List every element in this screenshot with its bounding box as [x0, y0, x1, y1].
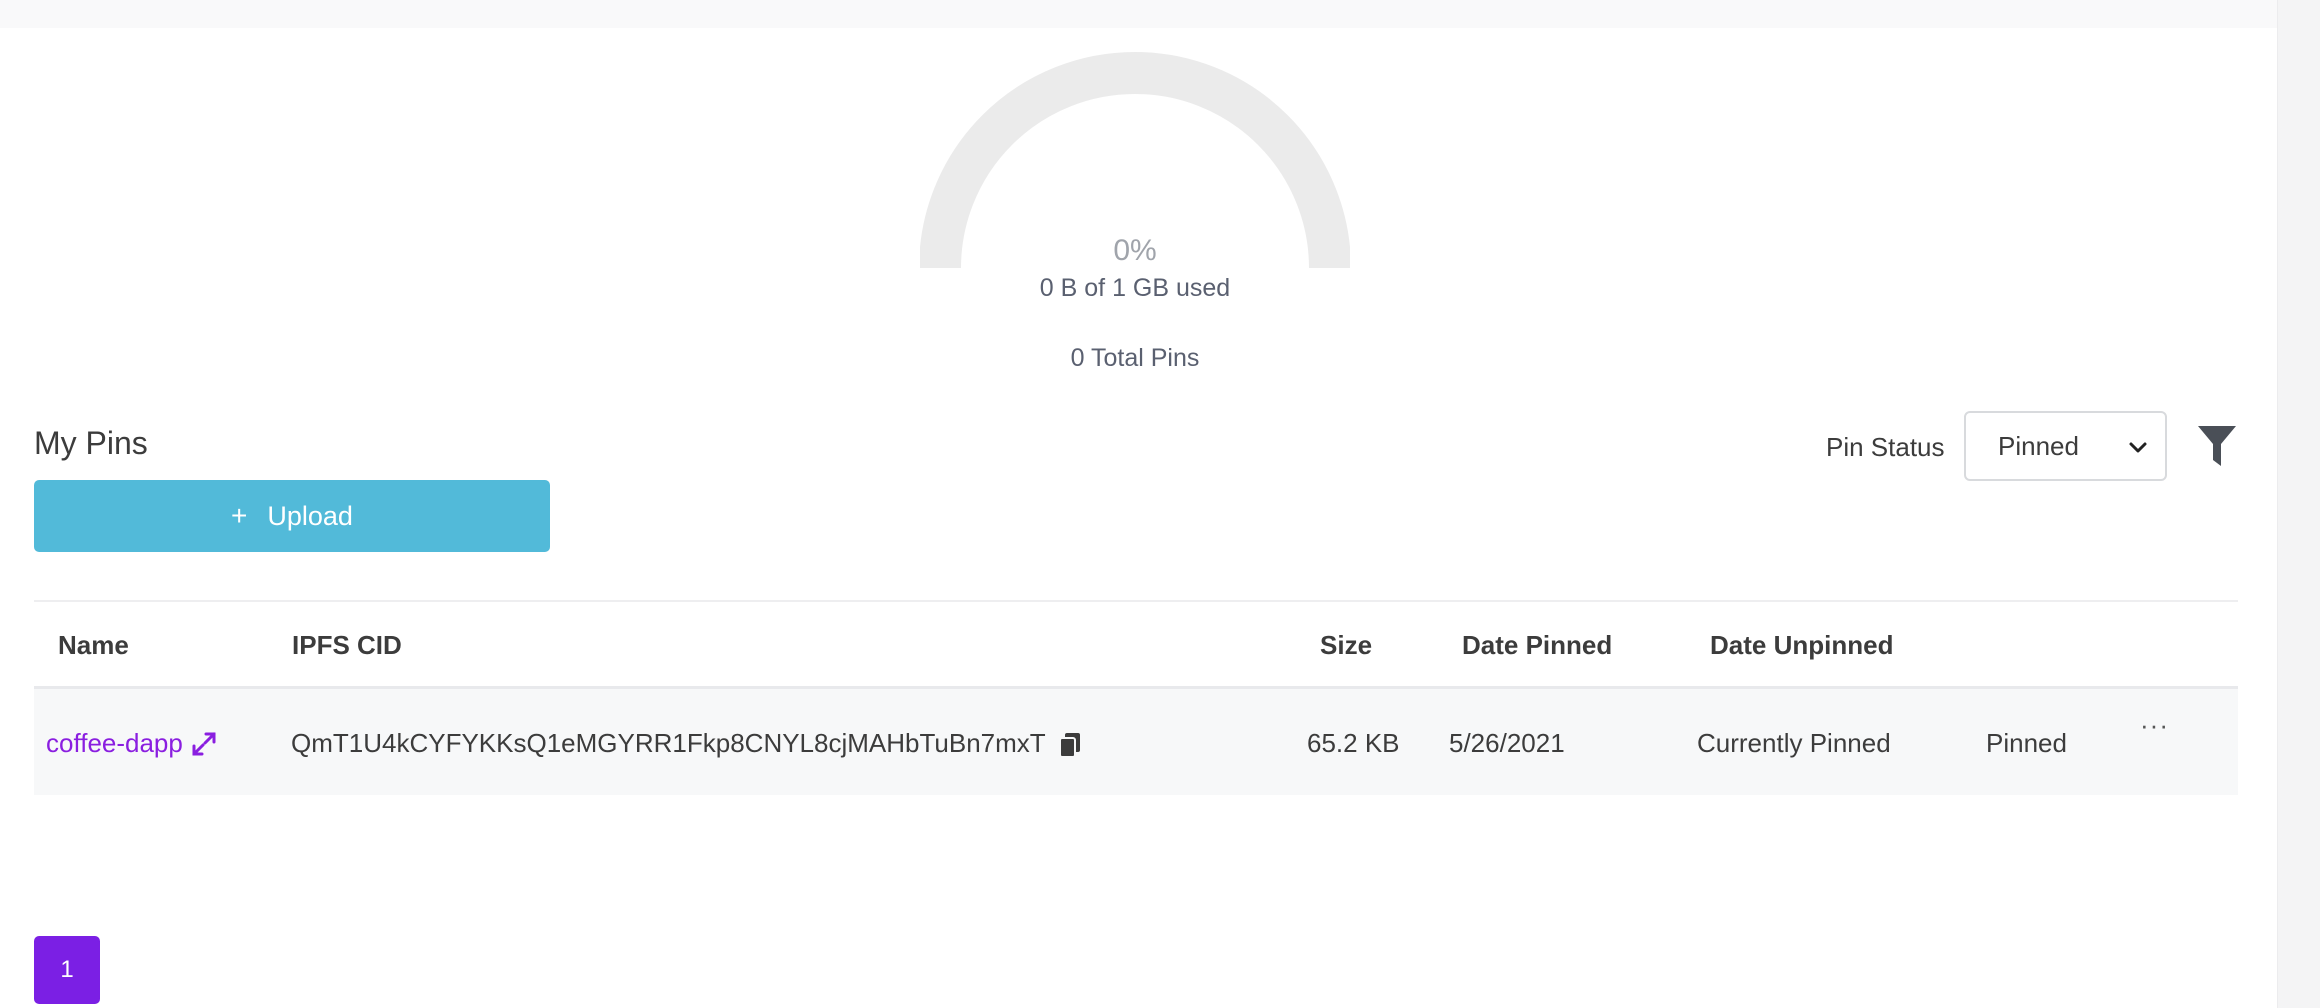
section-title: My Pins	[34, 425, 148, 461]
pin-size: 65.2 KB	[1307, 728, 1400, 758]
column-header-size: Size	[1320, 630, 1373, 660]
usage-percent: 0%	[1113, 234, 1157, 267]
pin-status-select[interactable]: Pinned	[1964, 411, 2167, 481]
expand-icon[interactable]	[191, 731, 217, 757]
chevron-down-icon	[2129, 442, 2147, 453]
total-pins-count: 0 Total Pins	[1070, 344, 1200, 372]
copy-icon[interactable]	[1058, 731, 1082, 759]
upload-button-label: Upload	[267, 500, 353, 531]
pin-date-pinned: 5/26/2021	[1449, 728, 1565, 758]
pin-status-label: Pin Status	[1826, 432, 1945, 462]
upload-button[interactable]: + Upload	[34, 480, 550, 552]
pin-name: coffee-dapp	[46, 728, 183, 758]
pin-status: Pinned	[1986, 728, 2067, 758]
pin-date-unpinned: Currently Pinned	[1697, 728, 1891, 758]
table-divider	[34, 600, 2238, 602]
plus-icon: +	[231, 500, 248, 531]
pin-cid[interactable]: QmT1U4kCYFYKKsQ1eMGYRR1Fkp8CNYL8cjMAHbTu…	[291, 728, 1045, 758]
column-header-name: Name	[58, 630, 129, 660]
pagination-page-button[interactable]: 1	[34, 936, 100, 1004]
funnel-icon[interactable]	[2196, 424, 2238, 468]
pin-name-link[interactable]: coffee-dapp	[46, 728, 217, 759]
scrollbar[interactable]	[2277, 0, 2320, 1008]
column-header-date-unpinned: Date Unpinned	[1710, 630, 1894, 660]
column-header-cid: IPFS CID	[292, 630, 402, 660]
pin-status-selected: Pinned	[1998, 430, 2079, 461]
more-options-button[interactable]: ···	[2140, 710, 2169, 741]
pin-cid-cell: QmT1U4kCYFYKKsQ1eMGYRR1Fkp8CNYL8cjMAHbTu…	[291, 728, 1082, 759]
column-header-date-pinned: Date Pinned	[1462, 630, 1613, 660]
top-bar	[0, 0, 2277, 28]
usage-used-text: 0 B of 1 GB used	[1039, 274, 1231, 302]
